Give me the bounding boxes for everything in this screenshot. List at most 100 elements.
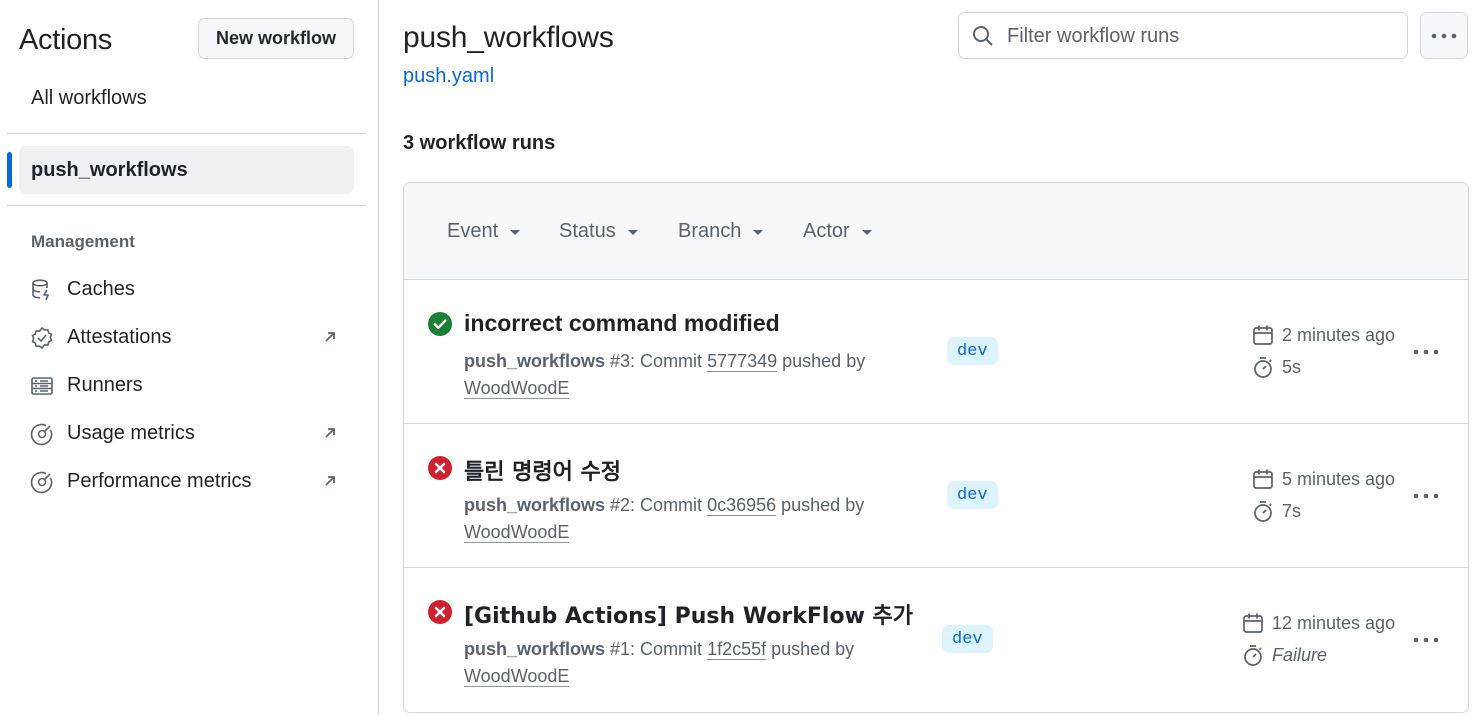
- run-meta: push_workflows #1: Commit 1f2c55f pushed…: [464, 636, 884, 690]
- database-icon: [32, 279, 49, 301]
- more-options-button[interactable]: [1420, 12, 1468, 59]
- sidebar-item-runners[interactable]: Runners: [19, 366, 354, 406]
- sidebar-item-performance-metrics[interactable]: Performance metrics: [19, 462, 354, 502]
- run-meta: push_workflows #3: Commit 5777349 pushed…: [464, 348, 884, 402]
- run-workflow-name: push_workflows: [464, 639, 606, 659]
- calendar-icon: [1243, 613, 1263, 633]
- kebab-horizontal-icon: [1413, 349, 1439, 355]
- actor-link[interactable]: WoodWoodE: [464, 666, 569, 686]
- caret-down-icon: [627, 230, 638, 235]
- run-workflow-name: push_workflows: [464, 351, 606, 371]
- stopwatch-icon: [1254, 357, 1272, 378]
- workflow-run-row[interactable]: incorrect command modified push_workflow…: [404, 280, 1468, 424]
- filter-label: Event: [447, 220, 499, 242]
- server-icon: [31, 377, 53, 395]
- workflow-run-row[interactable]: 틀린 명령어 수정 push_workflows #2: Commit 0c36…: [404, 424, 1468, 568]
- sidebar-title: Actions: [19, 24, 112, 56]
- active-indicator: [7, 152, 12, 188]
- calendar-icon: [1253, 325, 1273, 345]
- caret-down-icon: [861, 230, 872, 235]
- page-title: push_workflows: [403, 21, 614, 54]
- run-duration: 7s: [1252, 500, 1301, 522]
- time-ago: 2 minutes ago: [1282, 324, 1396, 345]
- workflow-run-row[interactable]: [Github Actions] Push WorkFlow 추가 push_w…: [404, 568, 1468, 712]
- sidebar-item-caches[interactable]: Caches: [19, 270, 354, 310]
- search-input[interactable]: [1007, 19, 1397, 53]
- run-meta-prefix: #3: Commit: [605, 351, 708, 371]
- filter-bar: Event Status Branch Actor: [404, 183, 1468, 280]
- run-title[interactable]: [Github Actions] Push WorkFlow 추가: [464, 598, 913, 630]
- sidebar-item-label: Usage metrics: [67, 422, 195, 444]
- run-time: 2 minutes ago: [1252, 324, 1395, 346]
- sidebar-item-label: Attestations: [67, 326, 172, 348]
- commit-link[interactable]: 1f2c55f: [707, 639, 766, 659]
- run-duration: Failure: [1242, 644, 1327, 666]
- search-icon: [973, 26, 993, 46]
- runs-list: Event Status Branch Actor incorrect comm…: [403, 182, 1469, 713]
- external-link-icon: [325, 476, 335, 486]
- run-options-button[interactable]: [1408, 624, 1444, 656]
- check-circle-icon: [428, 312, 452, 336]
- calendar-icon: [1253, 469, 1273, 489]
- run-duration: 5s: [1252, 356, 1301, 378]
- filter-status[interactable]: Status: [559, 220, 638, 243]
- run-title[interactable]: 틀린 명령어 수정: [464, 454, 621, 486]
- verified-icon: [31, 327, 53, 349]
- meter-icon: [30, 471, 53, 494]
- caret-down-icon: [510, 230, 521, 235]
- sidebar-item-all-workflows[interactable]: All workflows: [31, 87, 147, 110]
- sidebar-divider: [7, 205, 366, 206]
- workflow-file-link[interactable]: push.yaml: [403, 65, 494, 88]
- sidebar: Actions New workflow All workflows push_…: [0, 0, 379, 715]
- sidebar-divider: [7, 133, 366, 134]
- filter-event[interactable]: Event: [447, 220, 521, 243]
- sidebar-item-usage-metrics[interactable]: Usage metrics: [19, 414, 354, 454]
- sidebar-item-label: Caches: [67, 278, 135, 300]
- kebab-horizontal-icon: [1413, 637, 1439, 643]
- sidebar-item-label: Runners: [67, 374, 143, 396]
- run-workflow-name: push_workflows: [464, 495, 606, 515]
- sidebar-item-label: Performance metrics: [67, 470, 252, 492]
- run-meta: push_workflows #2: Commit 0c36956 pushed…: [464, 492, 884, 546]
- caret-down-icon: [753, 230, 764, 235]
- sidebar-item-push-workflows[interactable]: push_workflows: [19, 146, 354, 194]
- commit-link[interactable]: 0c36956: [707, 495, 776, 515]
- actor-link[interactable]: WoodWoodE: [464, 378, 569, 398]
- sidebar-item-attestations[interactable]: Attestations: [19, 318, 354, 358]
- run-meta-pushed-by: pushed by: [766, 639, 855, 659]
- branch-badge[interactable]: dev: [947, 337, 998, 365]
- external-link-icon: [325, 428, 335, 438]
- run-options-button[interactable]: [1408, 480, 1444, 512]
- external-link-icon: [325, 332, 335, 342]
- management-heading: Management: [31, 232, 135, 251]
- time-ago: 5 minutes ago: [1282, 468, 1396, 489]
- time-ago: 12 minutes ago: [1272, 612, 1396, 633]
- actor-link[interactable]: WoodWoodE: [464, 522, 569, 542]
- branch-badge[interactable]: dev: [942, 625, 993, 653]
- commit-link[interactable]: 5777349: [707, 351, 777, 371]
- stopwatch-icon: [1254, 501, 1272, 522]
- filter-label: Actor: [803, 220, 850, 242]
- run-meta-prefix: #2: Commit: [605, 495, 708, 515]
- x-circle-icon: [428, 600, 452, 624]
- x-circle-icon: [428, 456, 452, 480]
- branch-badge[interactable]: dev: [947, 481, 998, 509]
- meter-icon: [30, 423, 53, 446]
- search-box[interactable]: [958, 12, 1408, 59]
- filter-label: Branch: [678, 220, 742, 242]
- duration: 7s: [1282, 500, 1302, 521]
- run-time: 12 minutes ago: [1242, 612, 1395, 634]
- run-count: 3 workflow runs: [403, 132, 556, 154]
- duration: 5s: [1282, 356, 1302, 377]
- filter-actor[interactable]: Actor: [803, 220, 872, 243]
- run-meta-prefix: #1: Commit: [605, 639, 708, 659]
- duration: Failure: [1272, 644, 1328, 665]
- run-options-button[interactable]: [1408, 336, 1444, 368]
- kebab-horizontal-icon: [1431, 33, 1457, 38]
- new-workflow-button[interactable]: New workflow: [198, 18, 354, 59]
- filter-branch[interactable]: Branch: [678, 220, 764, 243]
- run-meta-pushed-by: pushed by: [777, 351, 866, 371]
- kebab-horizontal-icon: [1413, 493, 1439, 499]
- filter-label: Status: [559, 220, 616, 242]
- run-title[interactable]: incorrect command modified: [464, 310, 780, 337]
